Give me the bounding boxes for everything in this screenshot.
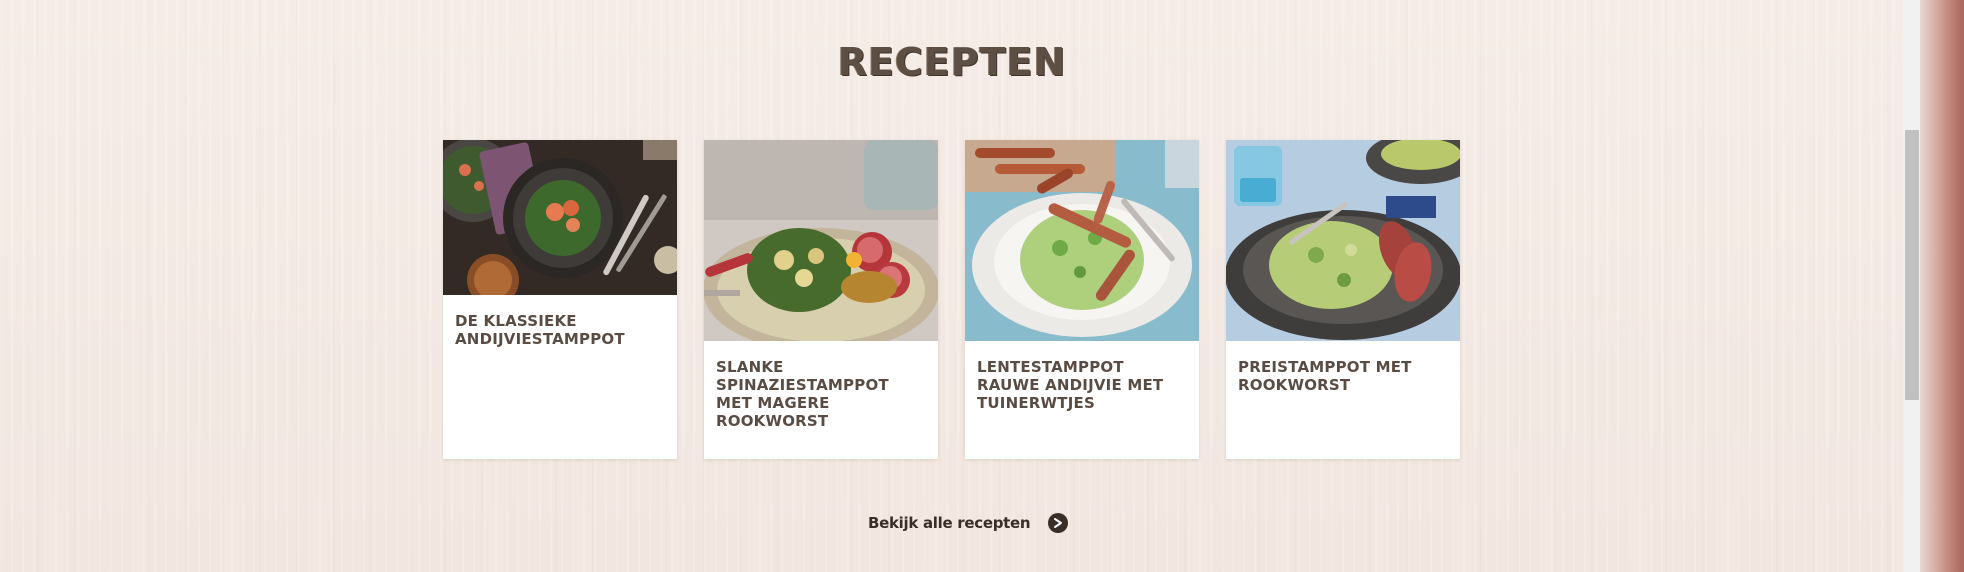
scrollbar-thumb[interactable] [1905, 130, 1919, 400]
recipe-photo-icon[interactable] [1226, 140, 1460, 341]
recipe-card[interactable]: DE KLASSIEKE ANDIJVIESTAMPPOT [443, 140, 677, 459]
recipe-title[interactable]: PREISTAMPPOT MET ROOKWORST [1238, 358, 1450, 394]
recipes-section: RECEPTEN DE KLASSIEKE ANDIJVIESTAMPPOT S… [0, 0, 1904, 572]
section-title: RECEPTEN [837, 40, 1067, 84]
side-image-strip [1920, 0, 1964, 572]
recipe-photo-icon[interactable] [704, 140, 938, 341]
recipe-card[interactable]: PREISTAMPPOT MET ROOKWORST [1226, 140, 1460, 459]
recipe-photo-icon[interactable] [965, 140, 1199, 341]
view-all-recipes-link[interactable]: Bekijk alle recepten [868, 510, 1069, 536]
recipe-title[interactable]: LENTESTAMPPOT RAUWE ANDIJVIE MET TUINERW… [977, 358, 1189, 412]
recipe-title[interactable]: SLANKE SPINAZIESTAMPPOT MET MAGERE ROOKW… [716, 358, 928, 430]
recipe-photo-icon[interactable] [443, 140, 677, 295]
recipe-card[interactable]: SLANKE SPINAZIESTAMPPOT MET MAGERE ROOKW… [704, 140, 938, 459]
arrow-right-circle-icon[interactable] [1048, 513, 1069, 533]
recipe-card-list: DE KLASSIEKE ANDIJVIESTAMPPOT SLANKE SPI… [443, 140, 1461, 460]
view-all-recipes-label[interactable]: Bekijk alle recepten [868, 514, 1031, 532]
recipe-card[interactable]: LENTESTAMPPOT RAUWE ANDIJVIE MET TUINERW… [965, 140, 1199, 459]
recipe-title[interactable]: DE KLASSIEKE ANDIJVIESTAMPPOT [455, 312, 667, 348]
